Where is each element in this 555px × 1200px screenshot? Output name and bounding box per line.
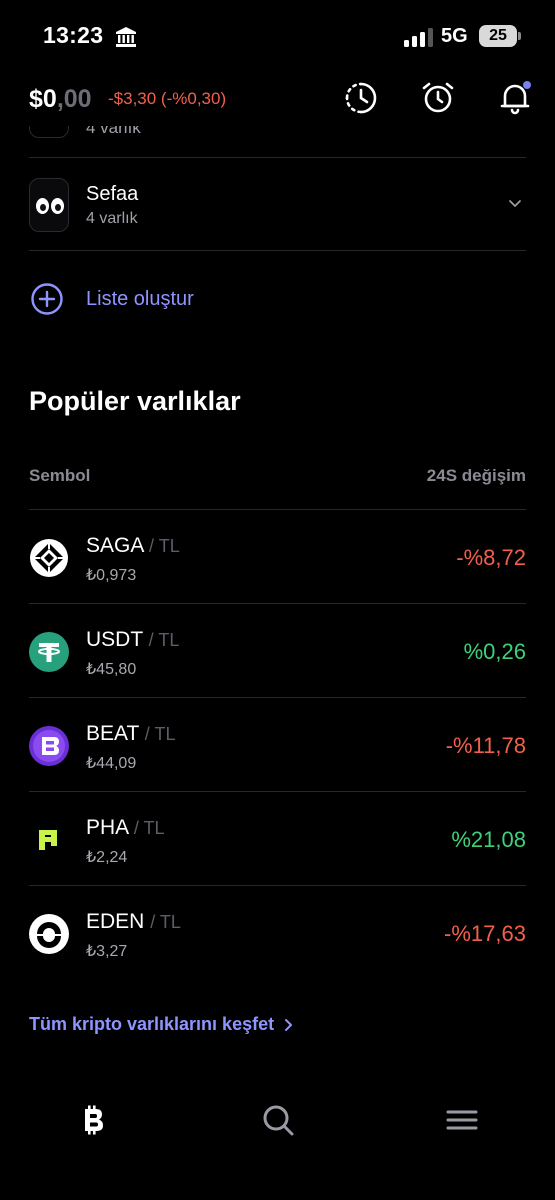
create-list-button[interactable]: Liste oluştur	[29, 281, 194, 317]
watchlist-item-sub: 4 varlık	[86, 126, 141, 137]
usdt-icon	[29, 632, 69, 672]
asset-row-saga[interactable]: SAGA / TL ₺0,973 -%8,72	[29, 510, 526, 604]
status-bar: 13:23 5G 25	[0, 0, 555, 72]
balance-main: $0	[29, 85, 57, 113]
asset-change: -%8,72	[456, 545, 526, 570]
explore-label: Tüm kripto varlıklarını keşfet	[29, 1014, 275, 1034]
network-label: 5G	[441, 25, 468, 47]
column-header-symbol: Sembol	[29, 466, 91, 485]
portfolio-header: $0,00 -$3,30 (-%0,30)	[0, 72, 555, 126]
watchlist-item-sefaa[interactable]: Sefaa 4 varlık	[29, 158, 526, 251]
battery-tip	[518, 32, 521, 40]
notifications-button[interactable]	[497, 80, 533, 116]
asset-symbol: USDT / TL	[86, 628, 180, 651]
asset-pair: / TL	[148, 630, 180, 650]
battery-indicator: 25	[479, 25, 517, 47]
watchlist-item-sub: 4 varlık	[86, 210, 138, 227]
signal-icon	[404, 28, 433, 47]
asset-price: ₺0,973	[86, 567, 137, 584]
alarm-icon	[422, 82, 454, 113]
menu-icon	[446, 1110, 478, 1130]
asset-pair: / TL	[133, 818, 165, 838]
status-time: 13:23	[43, 22, 104, 48]
chevron-down-icon[interactable]	[507, 195, 523, 211]
search-icon	[263, 1105, 294, 1136]
asset-price: ₺44,09	[86, 755, 137, 772]
history-icon	[345, 82, 377, 114]
asset-pair: / TL	[149, 536, 180, 556]
history-button[interactable]	[343, 80, 379, 116]
nav-crypto-tab[interactable]	[74, 1102, 110, 1138]
section-title: Popüler varlıklar	[29, 386, 241, 416]
watchlist-avatar	[29, 126, 69, 138]
watchlist-item-partial[interactable]: 4 varlık	[29, 126, 526, 158]
asset-row-usdt[interactable]: USDT / TL ₺45,80 %0,26	[29, 604, 526, 698]
nav-search-tab[interactable]	[260, 1102, 296, 1138]
asset-symbol: BEAT / TL	[86, 722, 176, 745]
asset-change: %0,26	[463, 639, 526, 664]
asset-pair: / TL	[144, 724, 176, 744]
asset-price: ₺45,80	[86, 661, 137, 678]
portfolio-balance[interactable]: $0,00	[29, 85, 92, 114]
asset-row-beat[interactable]: BEAT / TL ₺44,09 -%11,78	[29, 698, 526, 792]
create-list-label: Liste oluştur	[86, 287, 194, 310]
asset-price: ₺3,27	[86, 943, 128, 960]
plus-circle-icon	[31, 283, 63, 315]
pha-icon	[29, 820, 69, 860]
column-header-change[interactable]: 24S değişim	[427, 466, 526, 486]
notification-dot	[523, 81, 531, 89]
saga-icon	[29, 538, 69, 578]
asset-row-pha[interactable]: PHA / TL ₺2,24 %21,08	[29, 792, 526, 886]
chevron-right-icon	[285, 1018, 293, 1031]
balance-change: -$3,30 (-%0,30)	[108, 89, 227, 108]
alarm-button[interactable]	[420, 80, 456, 116]
asset-pair: / TL	[150, 912, 181, 932]
asset-price: ₺2,24	[86, 849, 128, 866]
explore-all-crypto-link[interactable]: Tüm kripto varlıklarını keşfet	[29, 1014, 294, 1035]
asset-change: %21,08	[451, 827, 526, 852]
eyes-emoji-icon	[29, 178, 69, 232]
asset-change: -%17,63	[444, 921, 526, 946]
bank-icon	[116, 27, 136, 47]
bottom-nav	[0, 1090, 555, 1150]
asset-symbol: SAGA / TL	[86, 534, 180, 557]
asset-change: -%11,78	[445, 733, 526, 758]
watchlist-item-name: Sefaa	[86, 183, 139, 205]
asset-symbol: PHA / TL	[86, 816, 165, 839]
balance-decimals: ,00	[56, 85, 92, 113]
beat-icon	[29, 726, 69, 766]
eden-icon	[29, 914, 69, 954]
bitcoin-icon	[85, 1105, 103, 1135]
asset-row-eden[interactable]: EDEN / TL ₺3,27 -%17,63	[29, 886, 526, 980]
asset-symbol: EDEN / TL	[86, 910, 181, 933]
nav-menu-tab[interactable]	[444, 1102, 480, 1138]
